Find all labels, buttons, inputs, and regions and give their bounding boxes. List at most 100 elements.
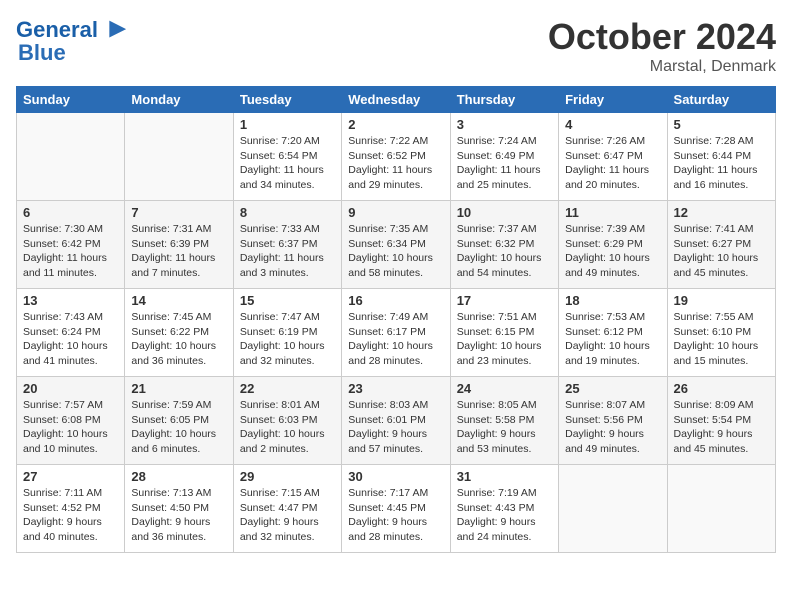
day-number: 20 [23,381,118,396]
day-number: 9 [348,205,443,220]
day-info: Sunrise: 7:22 AM Sunset: 6:52 PM Dayligh… [348,134,443,193]
day-cell: 6 Sunrise: 7:30 AM Sunset: 6:42 PM Daylig… [17,201,125,289]
weekday-header-row: SundayMondayTuesdayWednesdayThursdayFrid… [17,87,776,113]
page-header: General Blue October 2024 Marstal, Denma… [16,16,776,76]
logo-text: General [16,18,98,42]
day-info: Sunrise: 7:41 AM Sunset: 6:27 PM Dayligh… [674,222,769,281]
day-number: 25 [565,381,660,396]
day-cell [125,113,233,201]
weekday-header-monday: Monday [125,87,233,113]
day-cell: 15Sunrise: 7:47 AM Sunset: 6:19 PM Dayli… [233,289,341,377]
day-number: 17 [457,293,552,308]
day-cell: 3 Sunrise: 7:24 AM Sunset: 6:49 PM Daylig… [450,113,558,201]
day-cell [17,113,125,201]
day-cell: 28 Sunrise: 7:13 AM Sunset: 4:50 PM Dayli… [125,465,233,553]
weekday-header-saturday: Saturday [667,87,775,113]
day-cell: 18 Sunrise: 7:53 AM Sunset: 6:12 PM Dayli… [559,289,667,377]
day-cell: 27 Sunrise: 7:11 AM Sunset: 4:52 PM Dayli… [17,465,125,553]
day-number: 12 [674,205,769,220]
day-info: Sunrise: 7:15 AM Sunset: 4:47 PM Dayligh… [240,486,335,545]
day-number: 5 [674,117,769,132]
day-number: 29 [240,469,335,484]
day-number: 16 [348,293,443,308]
day-cell: 2Sunrise: 7:22 AM Sunset: 6:52 PM Daylig… [342,113,450,201]
day-number: 30 [348,469,443,484]
day-info: Sunrise: 7:26 AM Sunset: 6:47 PM Dayligh… [565,134,660,193]
day-cell: 17 Sunrise: 7:51 AM Sunset: 6:15 PM Dayli… [450,289,558,377]
day-info: Sunrise: 7:30 AM Sunset: 6:42 PM Dayligh… [23,222,118,281]
day-number: 21 [131,381,226,396]
day-cell: 24 Sunrise: 8:05 AM Sunset: 5:58 PM Dayli… [450,377,558,465]
day-number: 19 [674,293,769,308]
day-number: 13 [23,293,118,308]
day-number: 24 [457,381,552,396]
week-row-3: 13 Sunrise: 7:43 AM Sunset: 6:24 PM Dayli… [17,289,776,377]
day-info: Sunrise: 8:07 AM Sunset: 5:56 PM Dayligh… [565,398,660,457]
day-number: 26 [674,381,769,396]
title-block: October 2024 Marstal, Denmark [548,16,776,76]
day-info: Sunrise: 7:53 AM Sunset: 6:12 PM Dayligh… [565,310,660,369]
month-title: October 2024 [548,16,776,58]
day-cell: 11 Sunrise: 7:39 AM Sunset: 6:29 PM Dayli… [559,201,667,289]
day-number: 28 [131,469,226,484]
day-cell: 16 Sunrise: 7:49 AM Sunset: 6:17 PM Dayli… [342,289,450,377]
weekday-header-friday: Friday [559,87,667,113]
day-info: Sunrise: 7:19 AM Sunset: 4:43 PM Dayligh… [457,486,552,545]
day-cell: 26 Sunrise: 8:09 AM Sunset: 5:54 PM Dayli… [667,377,775,465]
day-cell [559,465,667,553]
day-info: Sunrise: 7:39 AM Sunset: 6:29 PM Dayligh… [565,222,660,281]
weekday-header-tuesday: Tuesday [233,87,341,113]
day-info: Sunrise: 7:43 AM Sunset: 6:24 PM Dayligh… [23,310,118,369]
day-info: Sunrise: 7:13 AM Sunset: 4:50 PM Dayligh… [131,486,226,545]
day-cell: 8 Sunrise: 7:33 AM Sunset: 6:37 PM Daylig… [233,201,341,289]
day-number: 8 [240,205,335,220]
day-info: Sunrise: 7:51 AM Sunset: 6:15 PM Dayligh… [457,310,552,369]
day-number: 14 [131,293,226,308]
day-cell: 20 Sunrise: 7:57 AM Sunset: 6:08 PM Dayli… [17,377,125,465]
day-info: Sunrise: 7:11 AM Sunset: 4:52 PM Dayligh… [23,486,118,545]
day-cell: 22Sunrise: 8:01 AM Sunset: 6:03 PM Dayli… [233,377,341,465]
week-row-1: 1 Sunrise: 7:20 AM Sunset: 6:54 PM Daylig… [17,113,776,201]
day-info: Sunrise: 7:57 AM Sunset: 6:08 PM Dayligh… [23,398,118,457]
day-info: Sunrise: 7:31 AM Sunset: 6:39 PM Dayligh… [131,222,226,281]
week-row-5: 27 Sunrise: 7:11 AM Sunset: 4:52 PM Dayli… [17,465,776,553]
day-number: 31 [457,469,552,484]
day-number: 1 [240,117,335,132]
day-number: 7 [131,205,226,220]
day-info: Sunrise: 8:05 AM Sunset: 5:58 PM Dayligh… [457,398,552,457]
day-number: 18 [565,293,660,308]
day-number: 10 [457,205,552,220]
day-cell: 25 Sunrise: 8:07 AM Sunset: 5:56 PM Dayli… [559,377,667,465]
day-number: 22 [240,381,335,396]
day-cell: 19 Sunrise: 7:55 AM Sunset: 6:10 PM Dayli… [667,289,775,377]
day-number: 6 [23,205,118,220]
day-cell: 12 Sunrise: 7:41 AM Sunset: 6:27 PM Dayli… [667,201,775,289]
day-info: Sunrise: 7:33 AM Sunset: 6:37 PM Dayligh… [240,222,335,281]
day-cell: 31 Sunrise: 7:19 AM Sunset: 4:43 PM Dayli… [450,465,558,553]
day-number: 11 [565,205,660,220]
day-info: Sunrise: 7:17 AM Sunset: 4:45 PM Dayligh… [348,486,443,545]
week-row-2: 6 Sunrise: 7:30 AM Sunset: 6:42 PM Daylig… [17,201,776,289]
day-number: 23 [348,381,443,396]
day-cell: 14 Sunrise: 7:45 AM Sunset: 6:22 PM Dayli… [125,289,233,377]
day-info: Sunrise: 7:55 AM Sunset: 6:10 PM Dayligh… [674,310,769,369]
day-cell: 7 Sunrise: 7:31 AM Sunset: 6:39 PM Daylig… [125,201,233,289]
day-info: Sunrise: 7:35 AM Sunset: 6:34 PM Dayligh… [348,222,443,281]
day-cell [667,465,775,553]
day-info: Sunrise: 7:59 AM Sunset: 6:05 PM Dayligh… [131,398,226,457]
day-cell: 9 Sunrise: 7:35 AM Sunset: 6:34 PM Daylig… [342,201,450,289]
day-number: 3 [457,117,552,132]
day-cell: 30 Sunrise: 7:17 AM Sunset: 4:45 PM Dayli… [342,465,450,553]
day-info: Sunrise: 7:28 AM Sunset: 6:44 PM Dayligh… [674,134,769,193]
day-info: Sunrise: 7:20 AM Sunset: 6:54 PM Dayligh… [240,134,335,193]
day-info: Sunrise: 8:09 AM Sunset: 5:54 PM Dayligh… [674,398,769,457]
day-cell: 29 Sunrise: 7:15 AM Sunset: 4:47 PM Dayli… [233,465,341,553]
day-info: Sunrise: 7:45 AM Sunset: 6:22 PM Dayligh… [131,310,226,369]
day-info: Sunrise: 7:24 AM Sunset: 6:49 PM Dayligh… [457,134,552,193]
weekday-header-sunday: Sunday [17,87,125,113]
day-info: Sunrise: 7:49 AM Sunset: 6:17 PM Dayligh… [348,310,443,369]
day-cell: 10Sunrise: 7:37 AM Sunset: 6:32 PM Dayli… [450,201,558,289]
weekday-header-wednesday: Wednesday [342,87,450,113]
day-cell: 1 Sunrise: 7:20 AM Sunset: 6:54 PM Daylig… [233,113,341,201]
day-number: 27 [23,469,118,484]
